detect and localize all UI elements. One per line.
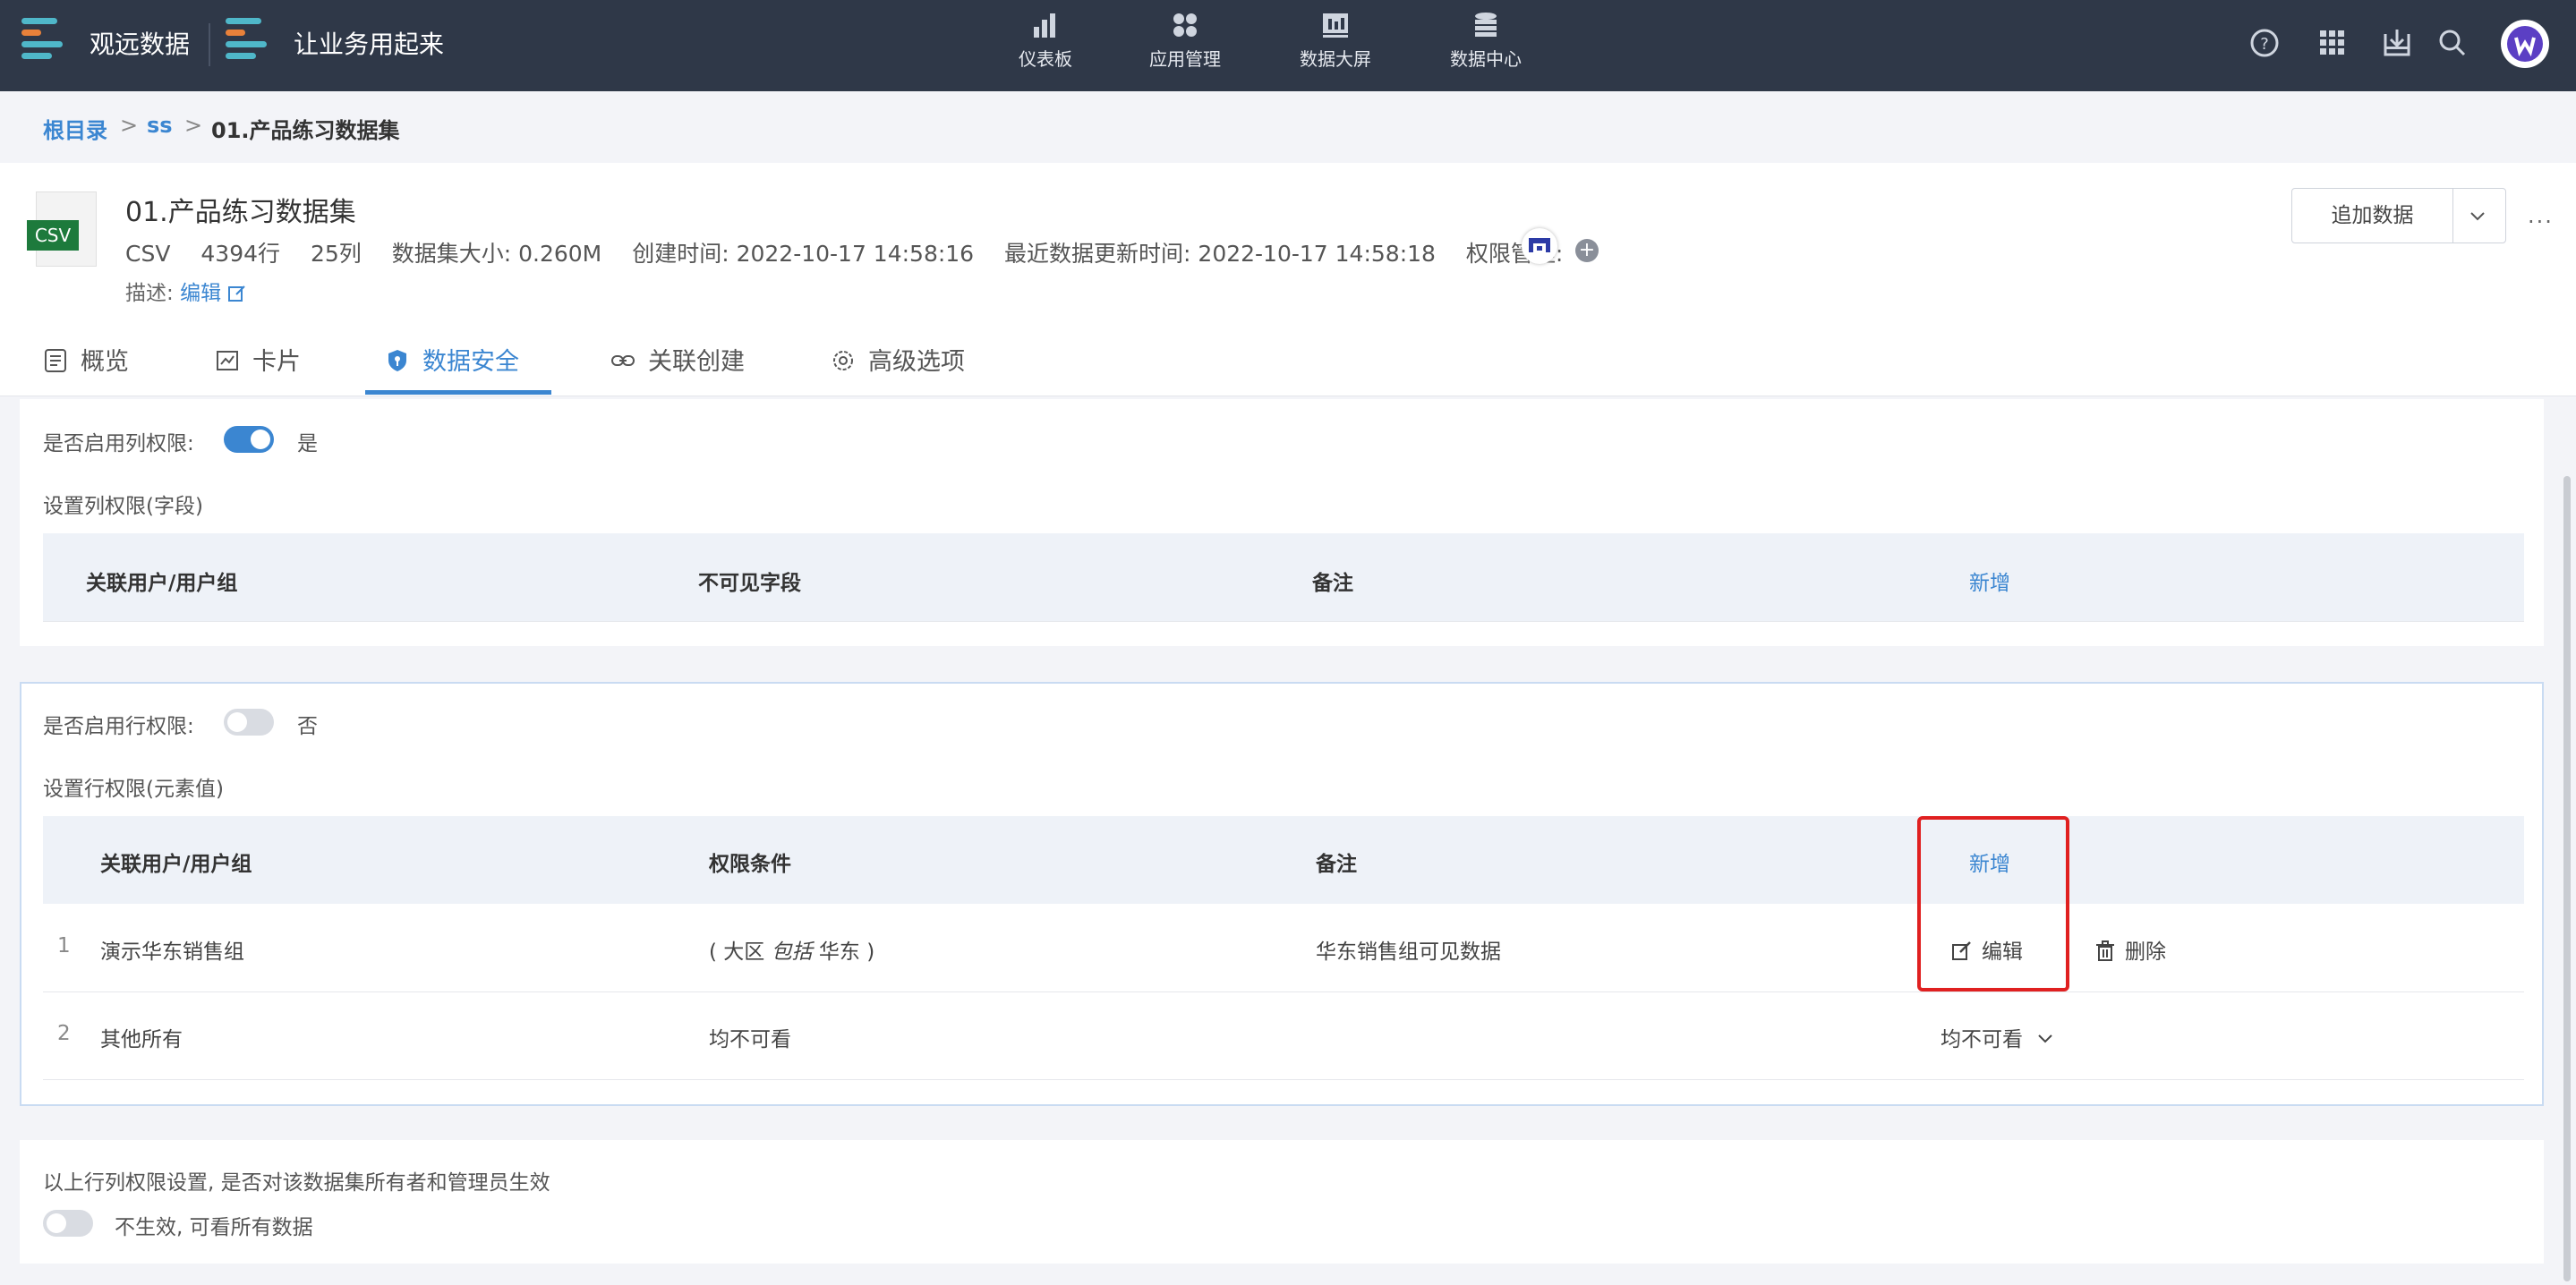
breadcrumb-folder[interactable]: ss [147, 113, 173, 138]
top-bar: 观远数据 让业务用起来 仪表板 应用管理 数据大屏 数据中心 ? [0, 0, 2576, 91]
column-perm-table-header [43, 533, 2524, 621]
logo-icon[interactable] [21, 18, 66, 72]
row-visibility-select[interactable]: 均不可看 [1941, 1022, 2056, 1052]
gear-icon [833, 351, 853, 370]
nav-data-center[interactable]: 数据中心 [1432, 11, 1540, 71]
slogan-logo-icon [226, 18, 270, 72]
row-count: 4394行 [200, 241, 281, 267]
more-options-icon[interactable]: ··· [2528, 209, 2554, 234]
tab-data-security[interactable]: 数据安全 [385, 342, 519, 396]
row-condition: 均不可看 [709, 1028, 791, 1051]
brand-name[interactable]: 观远数据 [90, 25, 190, 61]
scrollbar[interactable] [2563, 476, 2571, 1281]
dataset-description: 描述: 编辑 [125, 276, 247, 306]
bar-chart-icon [1034, 13, 1055, 38]
column-header: 权限条件 [709, 853, 791, 876]
owner-setting-card [20, 1140, 2544, 1264]
desc-label: 描述: [125, 282, 174, 305]
column-perm-state: 是 [297, 432, 318, 455]
owner-setting-question: 以上行列权限设置, 是否对该数据集所有者和管理员生效 [43, 1171, 550, 1195]
row-perm-state: 否 [297, 715, 318, 738]
dataset-title: 01.产品练习数据集 [125, 197, 356, 228]
column-perm-section-title: 设置列权限(字段) [43, 495, 203, 518]
owner-avatar-icon [1529, 238, 1550, 252]
tab-cards[interactable]: 卡片 [215, 342, 301, 396]
link-icon [611, 355, 635, 366]
row-user: 演示华东销售组 [100, 940, 244, 964]
nav-label: 数据中心 [1450, 48, 1522, 70]
column-perm-add-button[interactable]: 新增 [1969, 566, 2010, 596]
created-time: 创建时间: 2022-10-17 14:58:16 [632, 241, 975, 267]
column-perm-enable-label: 是否启用列权限: [43, 432, 194, 455]
row-perm-section-title: 设置行权限(元素值) [43, 778, 224, 801]
trash-icon [2096, 940, 2114, 961]
breadcrumb-separator: > [184, 113, 203, 138]
apps-icon [1173, 13, 1197, 37]
csv-file-icon: CSV [27, 191, 98, 267]
row-user: 其他所有 [100, 1028, 183, 1051]
owner-setting-state: 不生效, 可看所有数据 [115, 1216, 313, 1239]
avatar[interactable] [2501, 20, 2549, 68]
nav-label: 仪表板 [1019, 48, 1072, 70]
search-icon[interactable] [2436, 27, 2469, 59]
column-header: 关联用户/用户组 [86, 572, 238, 595]
chart-card-icon [217, 351, 238, 370]
help-icon[interactable]: ? [2248, 27, 2281, 59]
nav-label: 应用管理 [1149, 48, 1221, 70]
row-condition: ( 大区 包括 华东 ) [709, 940, 875, 964]
row-index: 1 [57, 934, 71, 957]
dataset-type: CSV [125, 241, 171, 267]
append-data-button[interactable]: 追加数据 [2291, 188, 2506, 243]
active-tab-indicator [365, 390, 551, 395]
divider [209, 23, 210, 66]
column-perm-toggle[interactable] [224, 426, 274, 453]
column-header: 备注 [1312, 572, 1353, 595]
divider [43, 1079, 2524, 1080]
breadcrumb-separator: > [120, 113, 139, 138]
column-header: 备注 [1316, 853, 1357, 876]
svg-text:?: ? [2260, 35, 2269, 54]
highlight-box [1917, 816, 2069, 991]
database-icon [1475, 13, 1497, 37]
row-note: 华东销售组可见数据 [1316, 940, 1501, 964]
row-index: 2 [57, 1022, 71, 1045]
perm-owner-avatar[interactable] [1522, 228, 1557, 264]
divider [43, 991, 2524, 992]
desc-edit-link[interactable]: 编辑 [180, 282, 221, 305]
shield-icon [388, 350, 406, 371]
nav-label: 数据大屏 [1300, 48, 1371, 70]
grid-icon[interactable] [2316, 27, 2349, 59]
edit-icon[interactable] [227, 284, 247, 303]
updated-time: 最近数据更新时间: 2022-10-17 14:58:18 [1004, 241, 1436, 267]
tab-association[interactable]: 关联创建 [610, 342, 745, 396]
breadcrumb-current: 01.产品练习数据集 [211, 118, 400, 143]
column-header: 不可见字段 [698, 572, 801, 595]
nav-big-screen[interactable]: 数据大屏 [1282, 11, 1389, 71]
document-icon [45, 349, 66, 372]
owner-setting-toggle[interactable] [43, 1210, 93, 1237]
column-header: 关联用户/用户组 [100, 853, 252, 876]
tab-overview[interactable]: 概览 [43, 342, 129, 396]
chevron-down-icon[interactable] [2462, 201, 2493, 232]
user-avatar-icon [2507, 26, 2543, 62]
row-perm-table-header [43, 816, 2524, 904]
breadcrumb-root[interactable]: 根目录 [43, 113, 107, 144]
row-perm-toggle[interactable] [224, 709, 274, 736]
tab-advanced[interactable]: 高级选项 [831, 342, 965, 396]
row-delete-button[interactable]: 删除 [2094, 934, 2166, 965]
dataset-meta: CSV 4394行 25列 数据集大小: 0.260M 创建时间: 2022-1… [125, 236, 1586, 268]
nav-app-manage[interactable]: 应用管理 [1131, 11, 1239, 71]
dataset-size: 数据集大小: 0.260M [391, 241, 602, 267]
row-perm-enable-label: 是否启用行权限: [43, 715, 194, 738]
chevron-down-icon [2038, 1034, 2053, 1043]
col-count: 25列 [310, 241, 362, 267]
screen-icon [1323, 13, 1348, 38]
add-permission-icon[interactable]: + [1575, 239, 1599, 262]
brand-slogan: 让业务用起来 [294, 30, 445, 59]
nav-dashboard[interactable]: 仪表板 [992, 11, 1099, 71]
divider [43, 621, 2524, 622]
download-icon[interactable] [2381, 27, 2413, 59]
